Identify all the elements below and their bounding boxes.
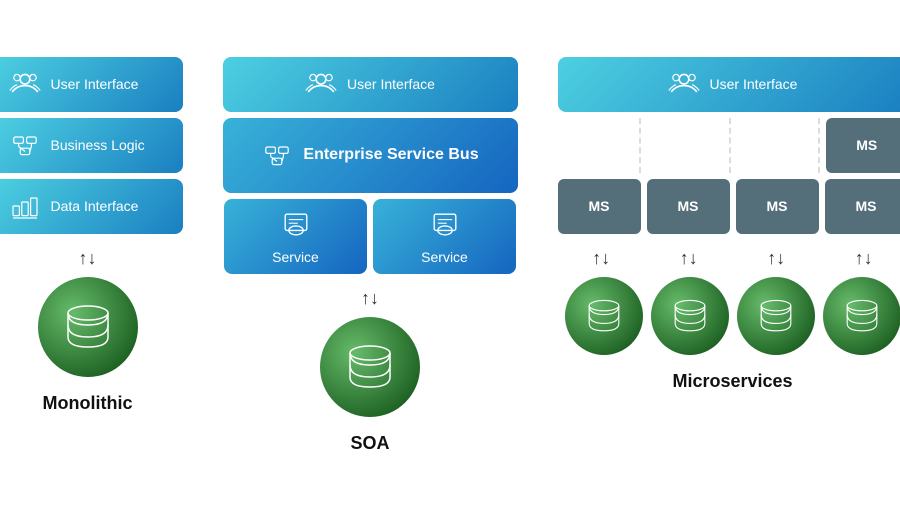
soa-service1-label: Service <box>272 249 319 265</box>
ms-db-row <box>565 277 900 355</box>
soa-service1-box: Service <box>224 199 367 274</box>
soa-ui-box: User Interface <box>223 57 518 112</box>
monolithic-data-label: Data Interface <box>51 198 139 214</box>
ms-label-4: MS <box>856 198 877 214</box>
monolithic-arrow-row: ↑↓ <box>0 248 183 269</box>
ms-bottom-row: MS MS MS MS <box>558 179 900 234</box>
ms-arrow-3: ↑↓ <box>767 248 785 269</box>
soa-esb-box: Enterprise Service Bus <box>223 118 518 193</box>
monolithic-logic-label: Business Logic <box>51 137 145 153</box>
ms-label-2: MS <box>678 198 699 214</box>
ms-box-3: MS <box>736 179 819 234</box>
soa-arrow: ↑↓ <box>361 288 379 309</box>
service1-icon <box>278 207 314 243</box>
ms-arrow-4: ↑↓ <box>855 248 873 269</box>
soa-arrow-row: ↑↓ <box>223 288 518 309</box>
ms-db-icon-4 <box>842 298 882 334</box>
service2-icon <box>427 207 463 243</box>
ms-db-1 <box>565 277 643 355</box>
ms-dashed-1 <box>558 118 642 173</box>
ms-ui-icon <box>668 68 700 100</box>
ms-label-3: MS <box>767 198 788 214</box>
microservices-label: Microservices <box>672 371 792 392</box>
ms-db-2 <box>651 277 729 355</box>
ms-dashed-2 <box>647 118 731 173</box>
monolithic-db <box>38 277 138 377</box>
monolithic-ui-label: User Interface <box>51 76 139 92</box>
ms-db-4 <box>823 277 900 355</box>
ui-icon <box>9 68 41 100</box>
ms-dashed-3 <box>737 118 821 173</box>
monolithic-label: Monolithic <box>43 393 133 414</box>
data-icon <box>9 190 41 222</box>
ms-arrow-2: ↑↓ <box>680 248 698 269</box>
ms-db-icon-2 <box>670 298 710 334</box>
ms-ui-label: User Interface <box>710 76 798 92</box>
soa-label: SOA <box>350 433 389 454</box>
ms-arrows-row: ↑↓ ↑↓ ↑↓ ↑↓ <box>558 248 900 269</box>
soa-db-icon <box>343 343 397 391</box>
soa-esb-label: Enterprise Service Bus <box>303 146 478 164</box>
ms-ui-box: User Interface <box>558 57 900 112</box>
ms-top-box: MS <box>826 118 900 173</box>
monolithic-logic-box: Business Logic <box>0 118 183 173</box>
ms-label-1: MS <box>589 198 610 214</box>
ms-top-label: MS <box>856 137 877 153</box>
soa-esb-icon <box>261 139 293 171</box>
microservices-column: User Interface MS MS MS MS MS <box>558 57 900 392</box>
ms-arrow-1: ↑↓ <box>592 248 610 269</box>
monolithic-data-box: Data Interface <box>0 179 183 234</box>
db-icon <box>61 303 115 351</box>
soa-ui-icon <box>305 68 337 100</box>
ms-box-1: MS <box>558 179 641 234</box>
monolithic-arrow: ↑↓ <box>79 248 97 269</box>
soa-service2-label: Service <box>421 249 468 265</box>
logic-icon <box>9 129 41 161</box>
soa-ui-label: User Interface <box>347 76 435 92</box>
ms-db-icon-1 <box>584 298 624 334</box>
monolithic-ui-box: User Interface <box>0 57 183 112</box>
soa-db <box>320 317 420 417</box>
monolithic-column: User Interface Business Logic Data Inter… <box>0 57 183 414</box>
soa-services-row: Service Service <box>224 199 516 274</box>
ms-box-2: MS <box>647 179 730 234</box>
ms-db-3 <box>737 277 815 355</box>
ms-top-row: MS <box>558 118 900 173</box>
architecture-diagram: User Interface Business Logic Data Inter… <box>0 37 900 474</box>
soa-column: User Interface Enterprise Service Bus <box>223 57 518 454</box>
ms-db-icon-3 <box>756 298 796 334</box>
soa-service2-box: Service <box>373 199 516 274</box>
ms-box-4: MS <box>825 179 900 234</box>
